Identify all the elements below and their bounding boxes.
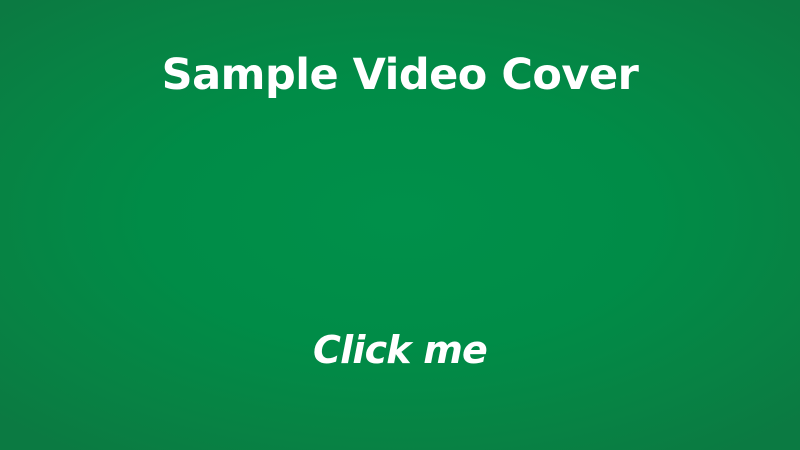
click-me-button[interactable]: Click me [0, 326, 800, 374]
video-cover-title: Sample Video Cover [161, 50, 639, 100]
video-cover[interactable]: Sample Video Cover Click me [0, 0, 800, 450]
